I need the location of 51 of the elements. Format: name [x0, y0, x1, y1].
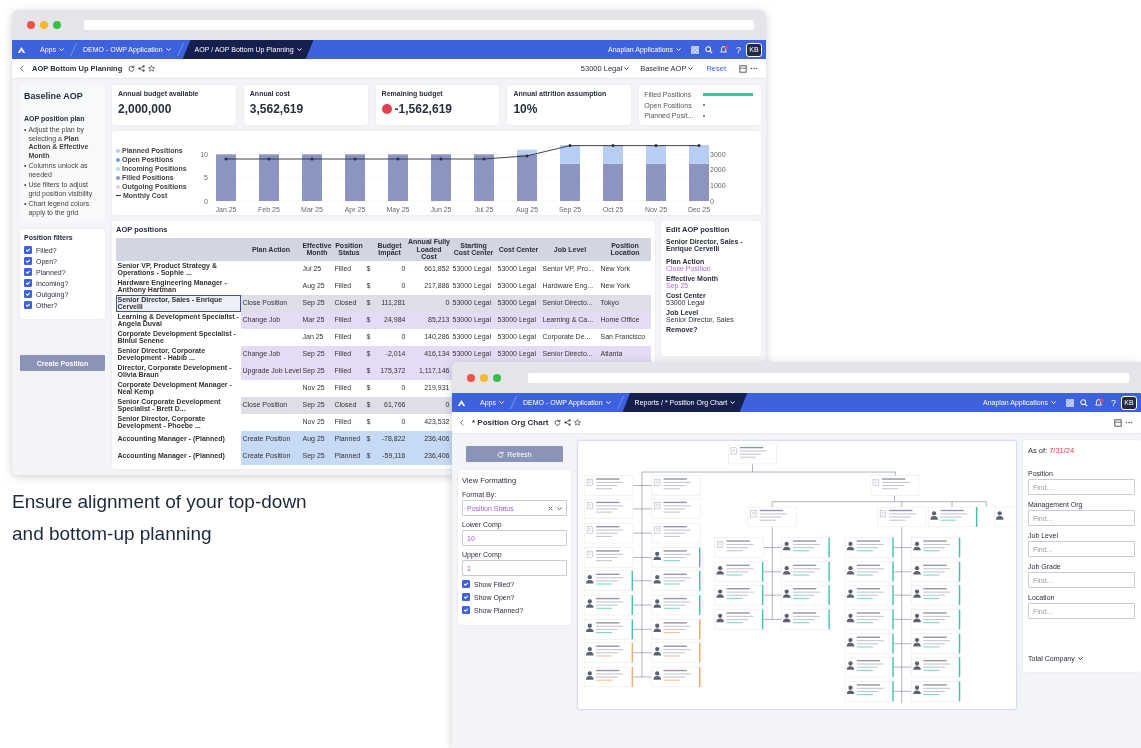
share-icon[interactable]: [138, 65, 146, 72]
kpi-value: 3,562,619: [249, 102, 304, 116]
search-icon[interactable]: [705, 45, 713, 54]
caret-icon: [58, 48, 64, 51]
bar-drawing: [703, 114, 706, 117]
close-button[interactable]: [27, 21, 35, 29]
kpi-value: -1,562,619: [394, 102, 452, 116]
caret-icon: [605, 401, 611, 404]
refresh-icon: [497, 450, 505, 458]
page-title: * Position Org Chart: [472, 418, 549, 427]
check-icon: [463, 581, 469, 587]
caret-icon: [688, 67, 694, 70]
close-button[interactable]: [467, 373, 475, 382]
scenario-title: Baseline AOP: [24, 91, 84, 101]
help-button[interactable]: ?: [736, 44, 741, 55]
caret-icon: [730, 401, 736, 404]
caret-icon: [1051, 401, 1056, 404]
sync-icon[interactable]: [128, 65, 136, 72]
caret-icon: [1077, 657, 1083, 660]
search-icon[interactable]: [1080, 398, 1088, 407]
caret-icon: [557, 506, 562, 510]
panel-icon[interactable]: [1114, 418, 1122, 427]
logo-icon: [17, 45, 26, 54]
more-icon[interactable]: [750, 67, 758, 70]
caret-icon: [624, 67, 630, 70]
check-icon: [463, 594, 469, 600]
kpi-value: 10%: [513, 102, 538, 116]
zoom-button[interactable]: [53, 21, 61, 29]
panel-icon[interactable]: [739, 64, 747, 73]
network-icon[interactable]: [691, 45, 699, 54]
caret-icon: [165, 48, 171, 51]
sync-icon[interactable]: [554, 419, 562, 426]
network-icon[interactable]: [1066, 398, 1074, 407]
bell-icon[interactable]: [1094, 398, 1104, 407]
kpi-value: 2,000,000: [118, 102, 172, 116]
bell-icon[interactable]: [719, 45, 729, 54]
bar-drawing: [703, 92, 754, 96]
more-icon[interactable]: [1125, 421, 1133, 424]
star-icon[interactable]: [148, 65, 156, 72]
caret-icon: [676, 48, 681, 51]
help-button[interactable]: ?: [1111, 397, 1116, 408]
zoom-button[interactable]: [493, 373, 501, 382]
caption-text: Ensure alignment of your top-down and bottom-up planning: [12, 490, 308, 546]
share-icon[interactable]: [564, 419, 572, 426]
check-icon: [463, 607, 469, 613]
back-icon[interactable]: [460, 419, 464, 426]
caret-icon: [296, 48, 302, 51]
star-icon[interactable]: [574, 419, 582, 426]
back-icon[interactable]: [20, 65, 24, 72]
caret-icon: [498, 401, 504, 404]
clear-icon[interactable]: [548, 505, 553, 511]
